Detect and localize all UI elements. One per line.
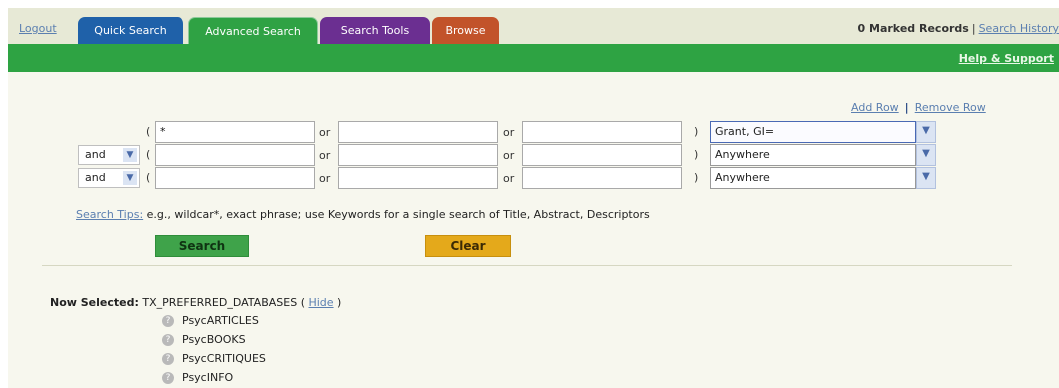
now-selected: Now Selected: TX_PREFERRED_DATABASES ( H… bbox=[50, 296, 341, 309]
field-select[interactable]: Anywhere bbox=[710, 144, 916, 166]
list-item: ? PsycBOOKS bbox=[162, 330, 266, 349]
or-label: or bbox=[503, 126, 515, 139]
search-row-3: and ▼ ( or or ) Anywhere ▼ bbox=[8, 167, 1059, 189]
chevron-down-icon[interactable]: ▼ bbox=[916, 144, 936, 166]
operator-value: and bbox=[85, 148, 106, 161]
green-subnav-bar bbox=[8, 44, 1059, 72]
clear-button[interactable]: Clear bbox=[425, 235, 511, 257]
or-label: or bbox=[319, 172, 331, 185]
database-name: PsycBOOKS bbox=[182, 332, 246, 346]
list-item: ? PsycCRITIQUES bbox=[162, 349, 266, 368]
top-right-links: 0 Marked Records | Search History bbox=[858, 22, 1059, 35]
database-list: ? PsycARTICLES ? PsycBOOKS ? PsycCRITIQUES … bbox=[162, 311, 266, 387]
open-paren: ( bbox=[146, 171, 151, 184]
search-term-input[interactable] bbox=[338, 144, 498, 166]
field-select[interactable]: Grant, GI= bbox=[710, 121, 916, 143]
add-row-link[interactable]: Add Row bbox=[851, 101, 899, 114]
search-tips-text: e.g., wildcar*, exact phrase; use Keywor… bbox=[143, 208, 650, 221]
separator: | bbox=[971, 22, 976, 35]
close-paren: ) bbox=[694, 125, 699, 138]
operator-value: and bbox=[85, 171, 106, 184]
boolean-operator-select[interactable]: and ▼ bbox=[78, 168, 140, 188]
logout-link[interactable]: Logout bbox=[19, 22, 57, 35]
chevron-down-icon[interactable]: ▼ bbox=[916, 121, 936, 143]
chevron-down-icon[interactable]: ▼ bbox=[123, 171, 137, 185]
info-icon[interactable]: ? bbox=[162, 333, 174, 346]
database-name: PsycINFO bbox=[182, 370, 234, 384]
open-paren: ( bbox=[146, 125, 151, 138]
search-tips: Search Tips: e.g., wildcar*, exact phras… bbox=[76, 208, 650, 221]
info-icon[interactable]: ? bbox=[162, 371, 174, 384]
paren: ) bbox=[333, 296, 342, 309]
search-term-input[interactable] bbox=[155, 167, 315, 189]
close-paren: ) bbox=[694, 171, 699, 184]
or-label: or bbox=[503, 149, 515, 162]
help-support-link[interactable]: Help & Support bbox=[959, 52, 1054, 65]
boolean-operator-select[interactable]: and ▼ bbox=[78, 145, 140, 165]
database-name: PsycARTICLES bbox=[182, 313, 259, 327]
top-nav-bar: Logout Quick Search Advanced Search Sear… bbox=[8, 8, 1059, 45]
tab-advanced-search[interactable]: Advanced Search bbox=[188, 17, 318, 45]
page-frame: Logout Quick Search Advanced Search Sear… bbox=[8, 8, 1059, 388]
remove-row-link[interactable]: Remove Row bbox=[915, 101, 986, 114]
search-term-input[interactable] bbox=[338, 167, 498, 189]
search-history-link[interactable]: Search History bbox=[979, 22, 1059, 35]
search-button[interactable]: Search bbox=[155, 235, 249, 257]
close-paren: ) bbox=[694, 148, 699, 161]
search-term-input[interactable] bbox=[155, 144, 315, 166]
search-term-input[interactable]: * bbox=[155, 121, 315, 143]
search-term-input[interactable] bbox=[522, 121, 682, 143]
selected-database-set: TX_PREFERRED_DATABASES bbox=[142, 296, 298, 309]
or-label: or bbox=[319, 126, 331, 139]
now-selected-label: Now Selected: bbox=[50, 296, 139, 309]
separator: | bbox=[904, 101, 909, 114]
database-name: PsycCRITIQUES bbox=[182, 351, 266, 365]
search-term-input[interactable] bbox=[522, 167, 682, 189]
row-controls: Add Row | Remove Row bbox=[851, 101, 986, 114]
search-row-2: and ▼ ( or or ) Anywhere ▼ bbox=[8, 144, 1059, 166]
list-item: ? PsycARTICLES bbox=[162, 311, 266, 330]
search-tips-link[interactable]: Search Tips: bbox=[76, 208, 143, 221]
search-row-1: ( * or or ) Grant, GI= ▼ bbox=[8, 121, 1059, 143]
hide-link[interactable]: Hide bbox=[308, 296, 333, 309]
list-item: ? PsycINFO bbox=[162, 368, 266, 387]
info-icon[interactable]: ? bbox=[162, 314, 174, 327]
search-term-input[interactable] bbox=[338, 121, 498, 143]
chevron-down-icon[interactable]: ▼ bbox=[123, 148, 137, 162]
search-term-input[interactable] bbox=[522, 144, 682, 166]
info-icon[interactable]: ? bbox=[162, 352, 174, 365]
tab-browse[interactable]: Browse bbox=[432, 17, 499, 45]
tab-search-tools[interactable]: Search Tools bbox=[320, 17, 430, 45]
chevron-down-icon[interactable]: ▼ bbox=[916, 167, 936, 189]
or-label: or bbox=[503, 172, 515, 185]
tab-quick-search[interactable]: Quick Search bbox=[78, 17, 185, 45]
divider bbox=[42, 265, 1012, 266]
marked-records-count: 0 Marked Records bbox=[857, 22, 969, 35]
field-select[interactable]: Anywhere bbox=[710, 167, 916, 189]
or-label: or bbox=[319, 149, 331, 162]
open-paren: ( bbox=[146, 148, 151, 161]
